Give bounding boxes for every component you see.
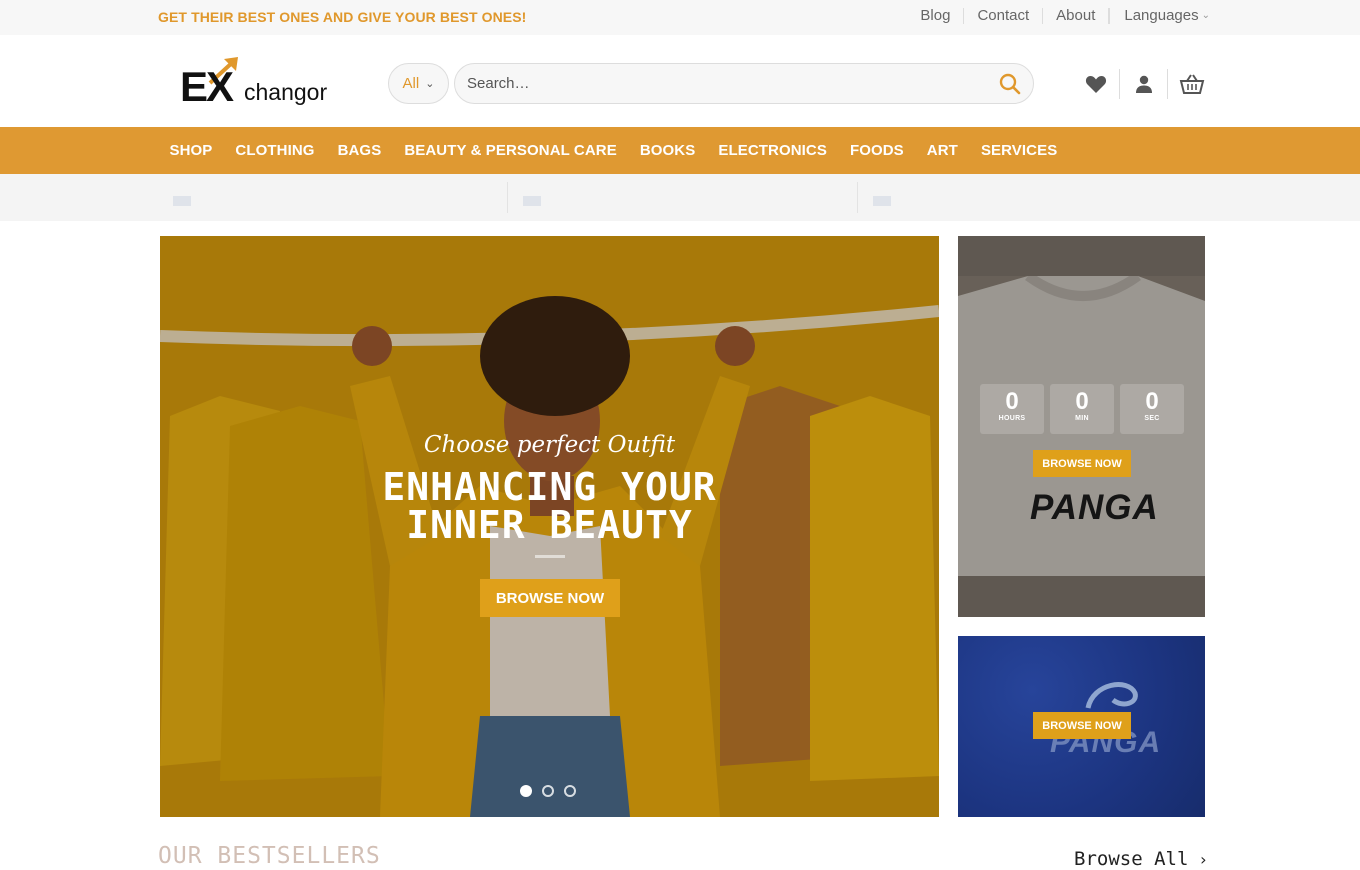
browse-all-label: Browse All: [1074, 848, 1189, 870]
top-nav: Blog Contact About Languages ⌄: [907, 8, 1210, 24]
side-banner-blue[interactable]: PANGA BROWSE NOW: [958, 636, 1205, 817]
promo-text: GET THEIR BEST ONES AND GIVE YOUR BEST O…: [158, 9, 527, 25]
side2-browse-button[interactable]: BROWSE NOW: [1033, 712, 1131, 739]
chevron-right-icon: ›: [1198, 849, 1209, 869]
feature-strip: [0, 174, 1360, 221]
search-icon[interactable]: [999, 73, 1021, 100]
countdown-seconds-label: SEC: [1144, 415, 1160, 422]
search-field: [454, 63, 1034, 104]
site-header: EX changor All ⌄: [0, 35, 1360, 127]
category-select[interactable]: All ⌄: [388, 63, 449, 104]
feature-cell: [508, 182, 858, 213]
languages-dropdown[interactable]: Languages ⌄: [1109, 8, 1210, 24]
side-banner-countdown[interactable]: 0 HOURS 0 MIN 0 SEC BROWSE NOW PANGA: [958, 236, 1205, 617]
hero-divider: [535, 555, 565, 558]
feature-placeholder-icon: [523, 196, 541, 206]
nav-electronics[interactable]: ELECTRONICS: [707, 142, 839, 159]
logo-ex: EX: [180, 63, 234, 110]
hero-slider: Choose perfect Outfit ENHANCING YOUR INN…: [160, 236, 939, 817]
contact-link[interactable]: Contact: [964, 8, 1044, 24]
main-nav: SHOP CLOTHING BAGS BEAUTY & PERSONAL CAR…: [0, 127, 1360, 174]
countdown-hours-value: 0: [1005, 388, 1019, 415]
hero-browse-button[interactable]: BROWSE NOW: [480, 579, 620, 617]
logo-changor: changor: [244, 79, 328, 105]
countdown-minutes: 0 MIN: [1050, 384, 1114, 434]
countdown-minutes-value: 0: [1075, 388, 1089, 415]
site-logo[interactable]: EX changor: [180, 55, 340, 110]
nav-clothing[interactable]: CLOTHING: [224, 142, 326, 159]
account-user-icon[interactable]: [1120, 69, 1168, 99]
side1-browse-button[interactable]: BROWSE NOW: [1033, 450, 1131, 477]
nav-art[interactable]: ART: [915, 142, 969, 159]
blog-link[interactable]: Blog: [907, 8, 965, 24]
nav-services[interactable]: SERVICES: [969, 142, 1068, 159]
feature-placeholder-icon: [173, 196, 191, 206]
panga-brand-text: PANGA: [1030, 488, 1159, 527]
feature-cell: [858, 182, 1208, 213]
browse-all-link[interactable]: Browse All ›: [1074, 848, 1208, 870]
category-value: All: [402, 75, 420, 92]
hero-headline-line2: INNER BEAUTY: [406, 503, 693, 547]
hero-tagline: Choose perfect Outfit: [423, 432, 676, 458]
slider-dot-3[interactable]: [564, 785, 576, 797]
languages-label: Languages: [1124, 7, 1199, 24]
slider-dots: [520, 785, 586, 797]
nav-bags[interactable]: BAGS: [326, 142, 393, 159]
chevron-down-icon: ⌄: [425, 78, 435, 90]
nav-books[interactable]: BOOKS: [628, 142, 707, 159]
slider-dot-1[interactable]: [520, 785, 532, 797]
header-icons: [1072, 69, 1216, 99]
top-bar: GET THEIR BEST ONES AND GIVE YOUR BEST O…: [0, 0, 1360, 35]
feature-placeholder-icon: [873, 196, 891, 206]
nav-shop[interactable]: SHOP: [158, 142, 224, 159]
nav-foods[interactable]: FOODS: [838, 142, 915, 159]
countdown-hours-label: HOURS: [998, 415, 1026, 422]
bestsellers-title: OUR BESTSELLERS: [158, 843, 381, 869]
chevron-down-icon: ⌄: [1201, 10, 1210, 21]
search-input[interactable]: [467, 75, 987, 92]
nav-beauty[interactable]: BEAUTY & PERSONAL CARE: [393, 142, 629, 159]
wishlist-heart-icon[interactable]: [1072, 69, 1120, 99]
hero-headline-line1: ENHANCING YOUR: [382, 465, 717, 509]
search-bar: All ⌄: [388, 63, 1034, 104]
slider-dot-2[interactable]: [542, 785, 554, 797]
feature-cell: [158, 182, 508, 213]
countdown-hours: 0 HOURS: [980, 384, 1044, 434]
cart-basket-icon[interactable]: [1168, 69, 1216, 99]
countdown-seconds: 0 SEC: [1120, 384, 1184, 434]
hero-headline: ENHANCING YOUR INNER BEAUTY: [160, 468, 939, 544]
countdown-seconds-value: 0: [1145, 388, 1159, 415]
about-link[interactable]: About: [1043, 8, 1110, 24]
countdown-timer: 0 HOURS 0 MIN 0 SEC: [980, 384, 1190, 434]
countdown-minutes-label: MIN: [1075, 415, 1089, 422]
